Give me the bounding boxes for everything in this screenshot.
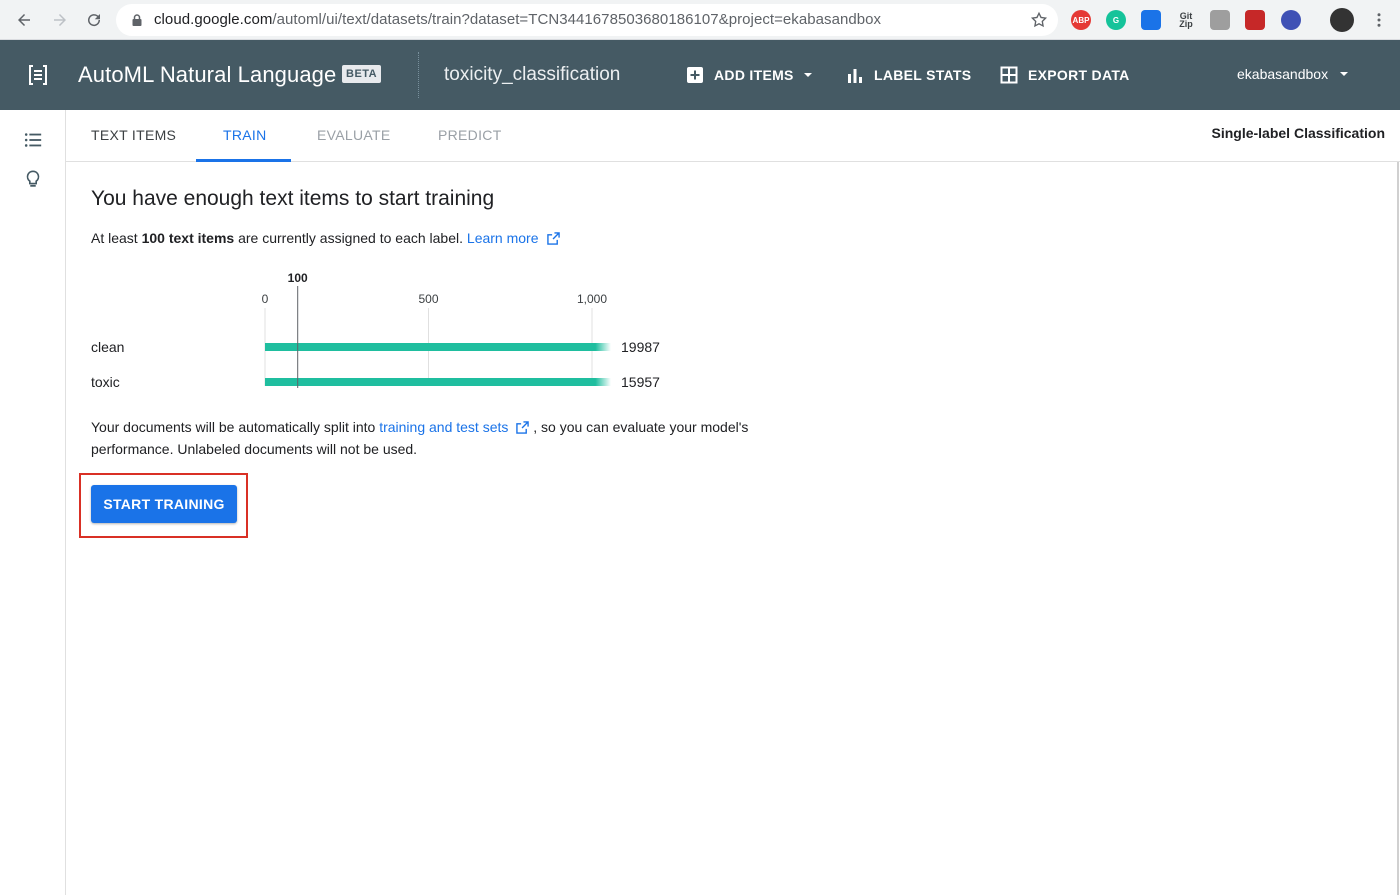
- dataset-name: toxicity_classification: [444, 64, 621, 85]
- extension-icon[interactable]: [1141, 10, 1161, 30]
- tab-predict[interactable]: PREDICT: [438, 127, 502, 143]
- start-training-button[interactable]: START TRAINING: [91, 485, 237, 523]
- address-bar[interactable]: cloud.google.com/automl/ui/text/datasets…: [116, 4, 1058, 36]
- threshold-label: 100: [288, 271, 308, 285]
- browser-toolbar: cloud.google.com/automl/ui/text/datasets…: [0, 0, 1400, 40]
- account-name: ekabasandbox: [1237, 66, 1329, 82]
- screenshot-icon[interactable]: [1210, 10, 1230, 30]
- train-panel: You have enough text items to start trai…: [66, 162, 1400, 895]
- training-test-sets-label: training and test sets: [379, 419, 509, 435]
- tab-text-items[interactable]: TEXT ITEMS: [91, 127, 176, 143]
- split-note: Your documents will be automatically spl…: [91, 416, 751, 460]
- category-label: clean: [91, 339, 124, 355]
- open-in-new-icon: [546, 232, 560, 245]
- url-host: cloud.google.com: [154, 11, 273, 28]
- app-header: AutoML Natural Language BETA toxicity_cl…: [0, 40, 1400, 110]
- learn-more-label: Learn more: [466, 230, 539, 246]
- requirement-prefix: At least: [91, 230, 142, 246]
- value-label: 19987: [621, 339, 660, 355]
- add-box-icon: [687, 67, 703, 83]
- bar-chart-icon: [848, 69, 862, 83]
- forward-arrow-icon[interactable]: [48, 8, 72, 32]
- page-title: You have enough text items to start trai…: [91, 187, 495, 210]
- beta-badge: BETA: [342, 65, 382, 83]
- tab-bar: TEXT ITEMS TRAIN EVALUATE PREDICT Single…: [66, 110, 1400, 162]
- header-divider: [418, 52, 419, 98]
- export-data-button[interactable]: EXPORT DATA: [1000, 66, 1130, 84]
- account-dropdown-icon: [1340, 72, 1349, 76]
- label-stats-button[interactable]: LABEL STATS: [846, 66, 971, 84]
- x-tick-label: 1,000: [577, 292, 607, 306]
- list-icon[interactable]: [22, 129, 44, 151]
- requirement-text: At least 100 text items are currently as…: [91, 230, 560, 246]
- extension-red-icon[interactable]: [1245, 10, 1265, 30]
- grammarly-icon[interactable]: G: [1106, 10, 1126, 30]
- x-tick-label: 500: [418, 292, 438, 306]
- url-text: cloud.google.com/automl/ui/text/datasets…: [154, 11, 881, 28]
- requirement-count: 100 text items: [141, 230, 235, 246]
- label-stats-label: LABEL STATS: [874, 67, 972, 83]
- dropdown-arrow-icon: [803, 73, 812, 77]
- label-count-chart: 0 500 1,000 clean 19987 toxic 15957 100: [91, 262, 731, 402]
- table-grid-icon: [1000, 66, 1018, 84]
- open-in-new-icon: [516, 421, 530, 434]
- adblock-plus-icon[interactable]: ABP: [1071, 10, 1091, 30]
- more-vert-icon[interactable]: [1370, 11, 1388, 29]
- scrollbar[interactable]: [1396, 162, 1400, 895]
- requirement-suffix: are currently assigned to each label.: [234, 230, 464, 246]
- left-navigation-rail: [0, 110, 66, 895]
- bookmark-star-icon[interactable]: [1030, 11, 1048, 29]
- profile-avatar[interactable]: [1330, 8, 1354, 32]
- product-title: AutoML Natural Language: [78, 62, 337, 87]
- bar-clean: [265, 343, 611, 351]
- back-arrow-icon[interactable]: [12, 8, 36, 32]
- learn-more-link[interactable]: Learn more: [467, 230, 560, 246]
- training-test-sets-link[interactable]: training and test sets: [379, 419, 530, 435]
- account-switcher[interactable]: ekabasandbox: [1237, 66, 1350, 82]
- export-data-label: EXPORT DATA: [1028, 67, 1130, 83]
- git-zip-icon[interactable]: Git Zip: [1176, 10, 1196, 30]
- note-prefix: Your documents will be automatically spl…: [91, 419, 380, 435]
- add-items-label: ADD ITEMS: [714, 67, 794, 83]
- lightbulb-icon[interactable]: [22, 168, 44, 190]
- reload-icon[interactable]: [82, 8, 106, 32]
- x-tick-label: 0: [262, 292, 269, 306]
- url-path: /automl/ui/text/datasets/train?dataset=T…: [272, 11, 882, 28]
- value-label: 15957: [621, 374, 660, 390]
- lock-icon: [132, 14, 142, 26]
- extension-blue-icon[interactable]: [1281, 10, 1301, 30]
- category-label: toxic: [91, 374, 120, 390]
- automl-logo-icon[interactable]: [26, 63, 50, 87]
- tab-evaluate[interactable]: EVALUATE: [317, 127, 390, 143]
- add-items-button[interactable]: ADD ITEMS: [686, 66, 814, 84]
- chart-svg: 0 500 1,000 clean 19987 toxic 15957 100: [91, 271, 660, 390]
- classification-type: Single-label Classification: [1211, 125, 1386, 141]
- tab-train[interactable]: TRAIN: [223, 127, 267, 143]
- bar-toxic: [265, 378, 611, 386]
